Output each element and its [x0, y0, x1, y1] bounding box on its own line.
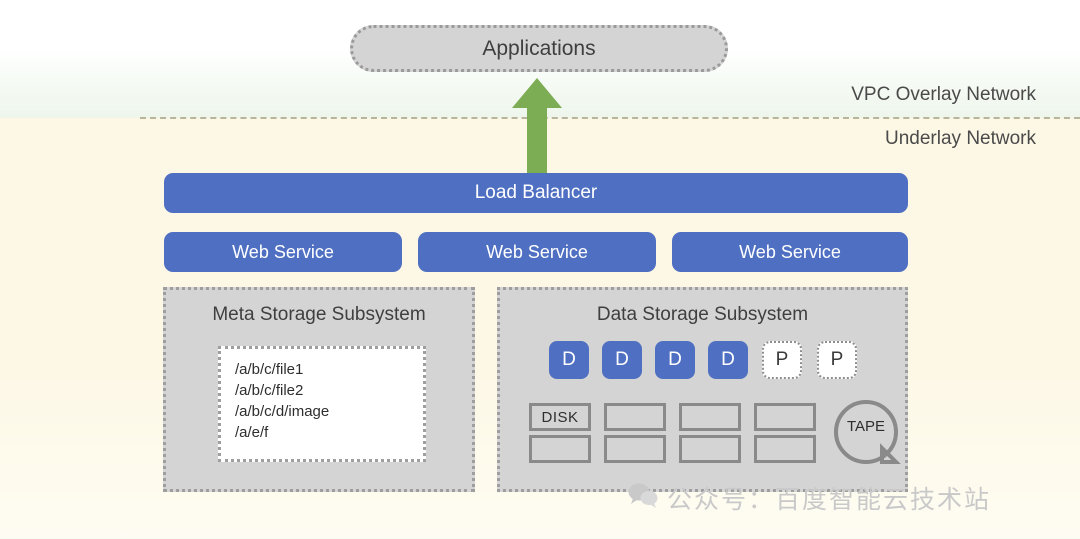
- meta-storage-title: Meta Storage Subsystem: [212, 304, 426, 325]
- disk-cell: [679, 435, 741, 463]
- data-storage-title: Data Storage Subsystem: [596, 304, 809, 325]
- watermark-text: 公众号：百度智能云技术站: [667, 485, 992, 514]
- web-service-node-2[interactable]: Web Service: [418, 232, 656, 272]
- data-node-1[interactable]: D: [549, 341, 589, 379]
- applications-label: Applications: [482, 36, 596, 60]
- web-service-label: Web Service: [232, 241, 334, 262]
- load-balancer-bar[interactable]: Load Balancer: [164, 173, 908, 213]
- data-node-4[interactable]: D: [708, 341, 748, 379]
- disk-stack-3[interactable]: [679, 403, 741, 463]
- data-node-label: D: [562, 349, 576, 370]
- meta-storage-file-list: /a/b/c/file1 /a/b/c/file2 /a/b/c/d/image…: [218, 346, 426, 462]
- data-storage-subsystem-panel[interactable]: Data Storage Subsystem D D D D P P DISK: [497, 287, 908, 492]
- disk-cell: [529, 435, 591, 463]
- disk-stack-2[interactable]: [604, 403, 666, 463]
- tape-label: TAPE: [846, 418, 886, 435]
- disk-cell: [679, 403, 741, 431]
- list-item: /a/b/c/d/image: [235, 403, 330, 420]
- list-item: /a/b/c/file1: [235, 361, 304, 378]
- traffic-flow-arrow-icon: [512, 78, 562, 178]
- load-balancer-label: Load Balancer: [474, 182, 598, 203]
- data-node-label: D: [721, 349, 735, 370]
- architecture-diagram: Applications VPC Overlay Network Underla…: [0, 0, 1080, 539]
- wechat-icon: [628, 482, 658, 515]
- web-service-node-3[interactable]: Web Service: [672, 232, 908, 272]
- disk-cell: DISK: [529, 403, 591, 431]
- data-node-label: D: [668, 349, 682, 370]
- disk-cell: [754, 435, 816, 463]
- disk-cell: [604, 435, 666, 463]
- data-node-2[interactable]: D: [602, 341, 642, 379]
- data-node-3[interactable]: D: [655, 341, 695, 379]
- list-item: /a/e/f: [235, 424, 269, 441]
- watermark: 公众号：百度智能云技术站: [628, 480, 991, 516]
- placeholder-node-label: P: [830, 349, 844, 370]
- list-item: /a/b/c/file2: [235, 382, 304, 399]
- disk-cell: [604, 403, 666, 431]
- web-service-label: Web Service: [486, 241, 588, 262]
- placeholder-node-1[interactable]: P: [762, 341, 802, 379]
- web-service-label: Web Service: [739, 241, 841, 262]
- web-service-node-1[interactable]: Web Service: [164, 232, 402, 272]
- data-node-label: D: [615, 349, 629, 370]
- meta-storage-subsystem-panel[interactable]: Meta Storage Subsystem /a/b/c/file1 /a/b…: [163, 287, 475, 492]
- underlay-network-label: Underlay Network: [885, 128, 1036, 149]
- placeholder-node-label: P: [775, 349, 789, 370]
- applications-box[interactable]: Applications: [350, 25, 728, 72]
- disk-stack-4[interactable]: [754, 403, 816, 463]
- vpc-overlay-network-label: VPC Overlay Network: [851, 84, 1036, 105]
- placeholder-node-2[interactable]: P: [817, 341, 857, 379]
- network-boundary-divider: [140, 117, 1080, 119]
- disk-cell: [754, 403, 816, 431]
- disk-stack-1[interactable]: DISK: [529, 403, 591, 463]
